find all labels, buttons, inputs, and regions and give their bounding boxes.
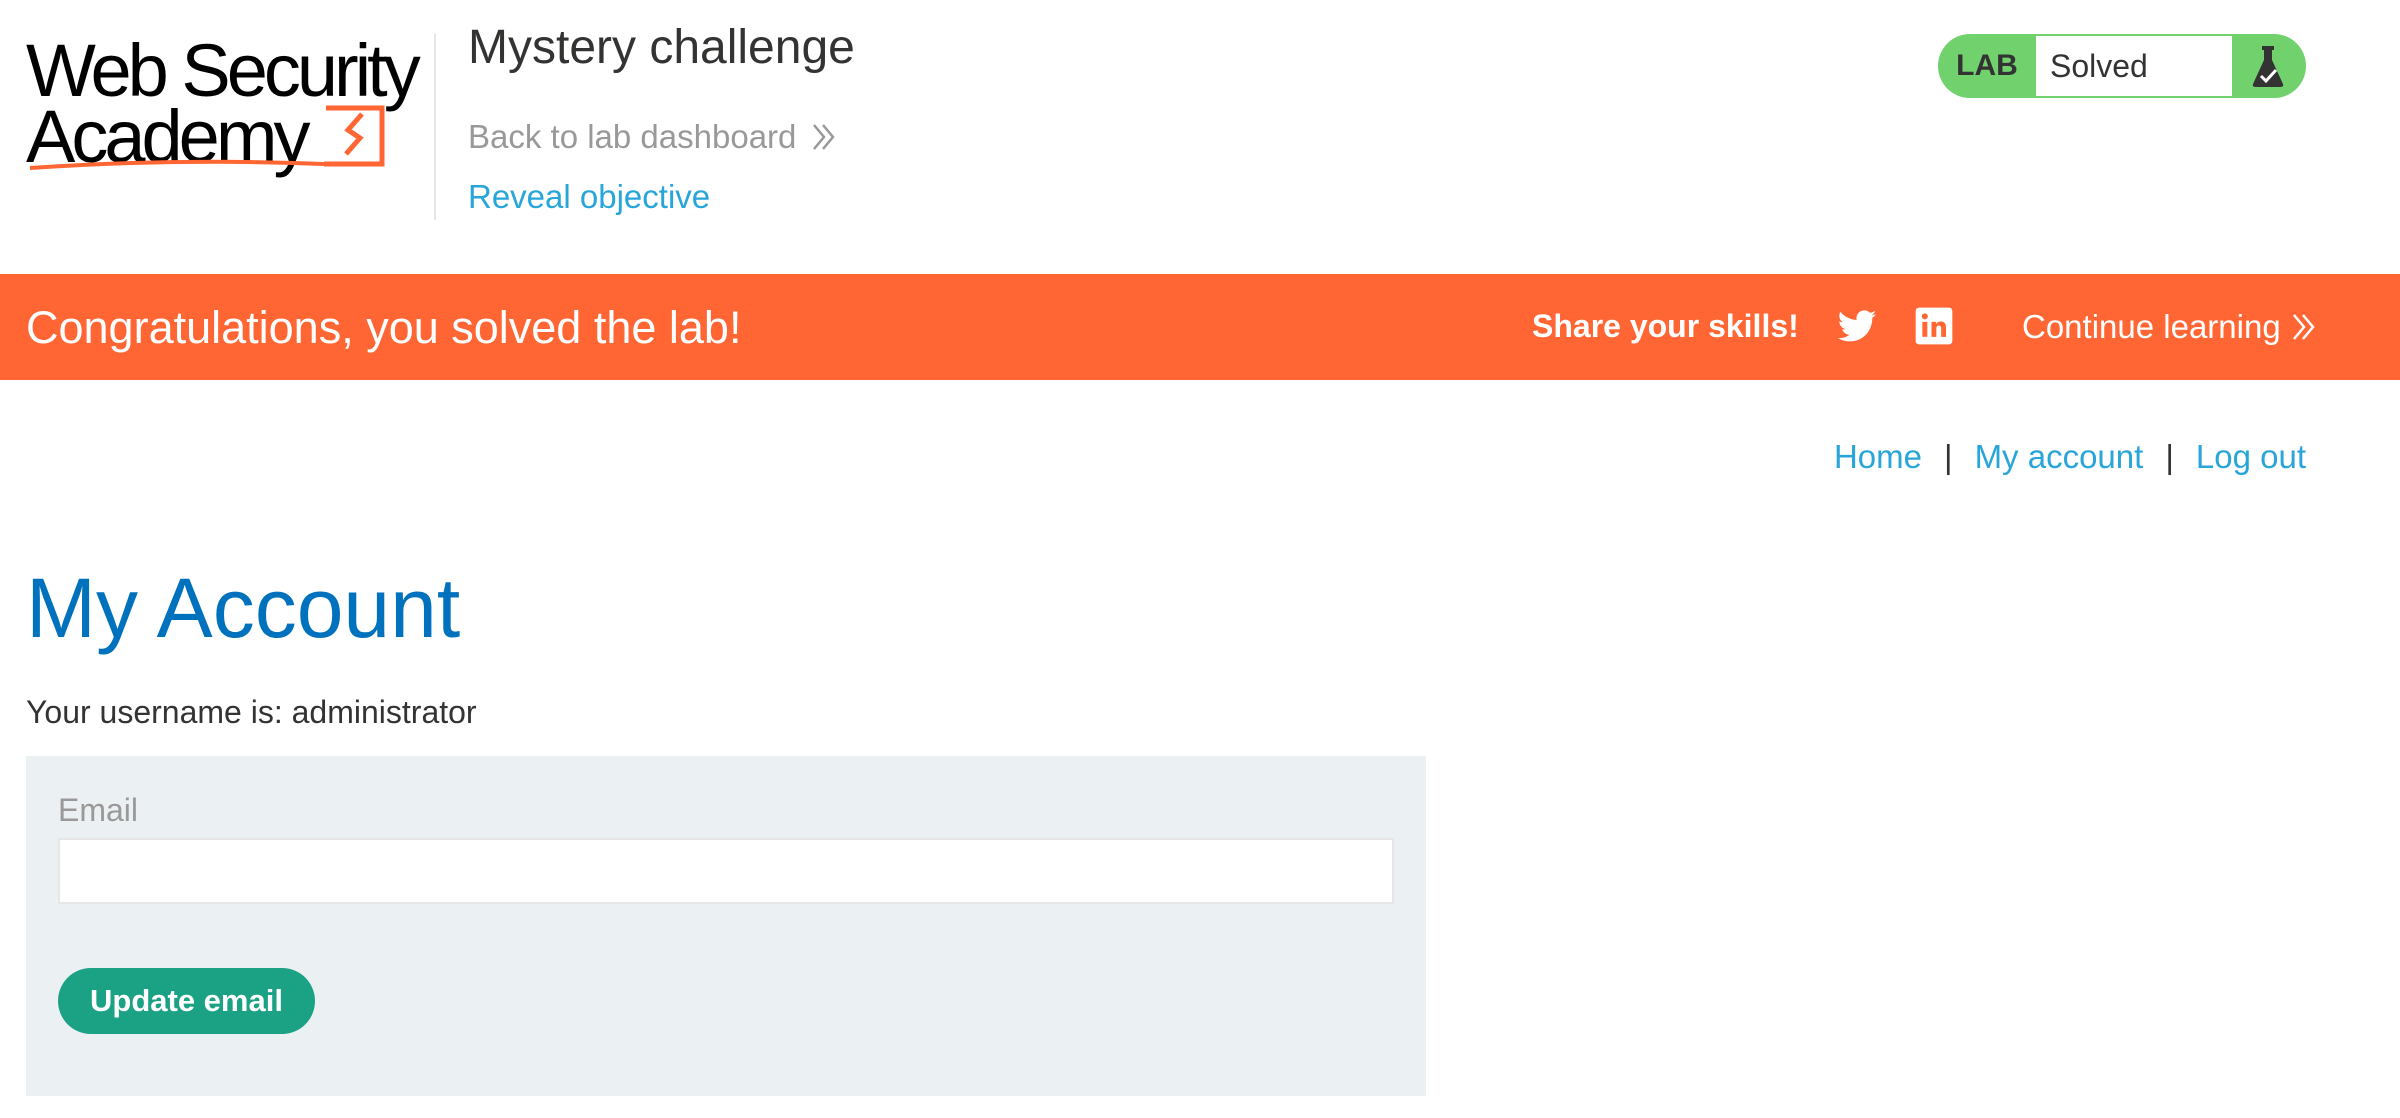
email-label: Email xyxy=(58,792,139,828)
nav-separator: | xyxy=(1943,438,1953,475)
logo[interactable]: Web Security Academy xyxy=(24,30,432,180)
nav-home-link[interactable]: Home xyxy=(1834,438,1922,476)
share-skills-label: Share your skills! xyxy=(1532,308,1799,344)
lab-status-text: Solved xyxy=(2036,36,2232,96)
nav-separator: | xyxy=(2165,438,2174,475)
update-email-form: Email Update email xyxy=(26,756,1426,1096)
nav-logout-link[interactable]: Log out xyxy=(2196,438,2306,476)
username-text: Your username is: administrator xyxy=(26,694,477,730)
flask-icon xyxy=(2232,36,2304,96)
lab-title: Mystery challenge xyxy=(468,21,855,74)
update-email-button[interactable]: Update email xyxy=(58,968,315,1034)
lab-status-badge: LAB Solved xyxy=(1938,34,2306,98)
twitter-icon[interactable] xyxy=(1836,306,1878,348)
back-to-dashboard-link[interactable]: Back to lab dashboard xyxy=(468,118,838,156)
double-chevron-right-icon xyxy=(2292,314,2315,340)
double-chevron-right-icon xyxy=(813,124,836,150)
solved-banner: Congratulations, you solved the lab! Sha… xyxy=(0,274,2400,380)
email-field[interactable] xyxy=(58,838,1394,904)
lab-label: LAB xyxy=(1956,49,2018,82)
header-divider xyxy=(434,34,436,220)
reveal-objective-link[interactable]: Reveal objective xyxy=(468,178,710,216)
congrats-message: Congratulations, you solved the lab! xyxy=(26,302,742,353)
continue-learning-label: Continue learning xyxy=(2022,308,2281,345)
top-nav: Home | My account | Log out xyxy=(1834,438,2306,476)
logo-mark-icon xyxy=(29,105,385,170)
back-link-label: Back to lab dashboard xyxy=(468,118,797,155)
linkedin-icon[interactable] xyxy=(1914,306,1954,346)
continue-learning-link[interactable]: Continue learning xyxy=(2022,308,2317,346)
nav-my-account-link[interactable]: My account xyxy=(1975,438,2144,476)
page-title: My Account xyxy=(26,561,461,655)
header: Web Security Academy Mystery challenge B… xyxy=(0,0,2400,274)
